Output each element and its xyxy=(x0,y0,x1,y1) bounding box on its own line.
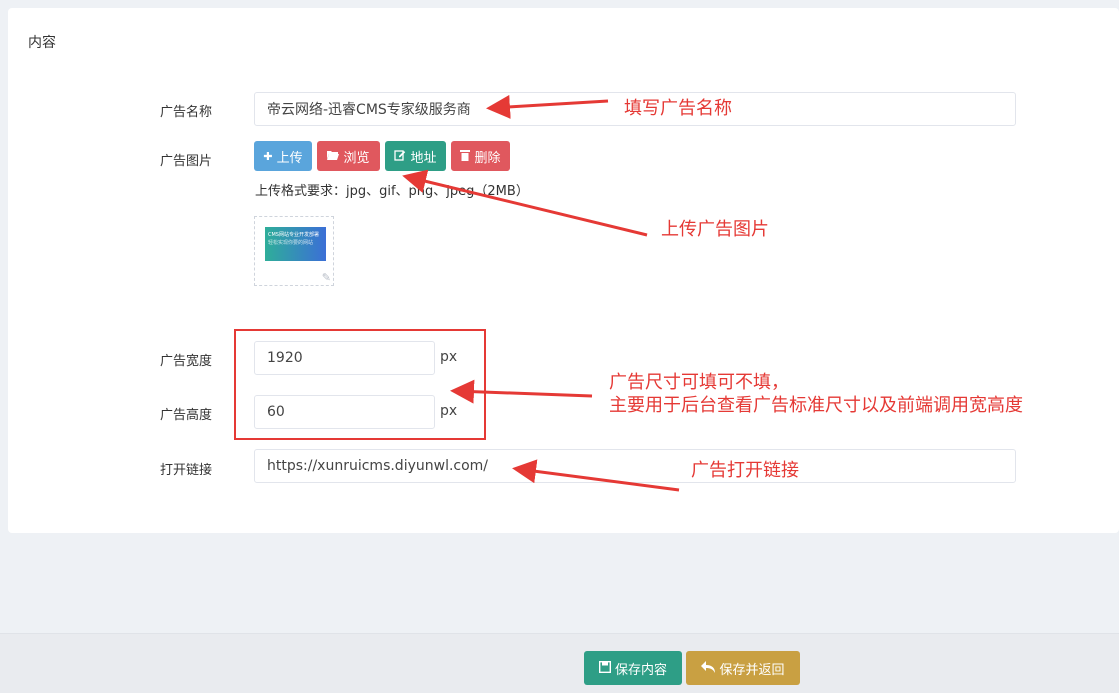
annotation-upload-image: 上传广告图片 xyxy=(661,219,769,240)
thumbnail-line-2: 轻松实现你要的网站 xyxy=(268,240,314,246)
ad-height-input[interactable] xyxy=(254,395,435,429)
ad-name-label: 广告名称 xyxy=(160,105,213,120)
browse-button[interactable]: 浏览 xyxy=(317,141,380,171)
open-link-label: 打开链接 xyxy=(160,463,213,478)
footer-bar: 保存内容 保存并返回 xyxy=(0,633,1119,693)
open-link-input[interactable] xyxy=(254,449,1016,483)
annotation-size-line-1: 广告尺寸可填可不填， xyxy=(609,372,789,393)
thumbnail-image: CMS网站专业开发部署 轻松实现你要的网站 xyxy=(265,227,326,261)
annotation-size-line-2: 主要用于后台查看广告标准尺寸以及前端调用宽高度 xyxy=(609,395,1023,416)
save-icon xyxy=(598,660,611,676)
folder-open-icon xyxy=(327,150,340,163)
plus-icon: ✚ xyxy=(263,149,273,163)
save-button[interactable]: 保存内容 xyxy=(584,651,682,685)
thumbnail-edit-icon[interactable]: ✎ xyxy=(322,271,331,284)
reply-icon xyxy=(701,660,716,676)
panel-title: 内容 xyxy=(28,35,56,51)
delete-button[interactable]: 删除 xyxy=(451,141,510,171)
save-return-button-label: 保存并返回 xyxy=(719,662,785,678)
trash-icon xyxy=(460,149,471,164)
ad-width-label: 广告宽度 xyxy=(160,354,213,369)
width-unit: px xyxy=(440,349,458,365)
upload-hint: 上传格式要求：jpg、gif、png、jpeg（2MB） xyxy=(255,184,529,199)
upload-button[interactable]: ✚ 上传 xyxy=(254,141,312,171)
save-return-button[interactable]: 保存并返回 xyxy=(686,651,800,685)
image-thumbnail[interactable]: CMS网站专业开发部署 轻松实现你要的网站 ✎ xyxy=(254,216,334,286)
annotation-fill-name: 填写广告名称 xyxy=(624,98,732,119)
browse-button-label: 浏览 xyxy=(343,150,370,166)
ad-height-label: 广告高度 xyxy=(160,408,213,423)
delete-button-label: 删除 xyxy=(474,150,501,166)
ad-image-label: 广告图片 xyxy=(160,154,213,169)
height-unit: px xyxy=(440,403,458,419)
edit-icon xyxy=(394,149,406,164)
save-button-label: 保存内容 xyxy=(614,662,667,678)
ad-width-input[interactable] xyxy=(254,341,435,375)
address-button[interactable]: 地址 xyxy=(385,141,446,171)
address-button-label: 地址 xyxy=(410,150,437,166)
thumbnail-line-1: CMS网站专业开发部署 xyxy=(268,232,319,238)
upload-button-label: 上传 xyxy=(276,150,303,166)
annotation-open-link: 广告打开链接 xyxy=(691,460,799,481)
